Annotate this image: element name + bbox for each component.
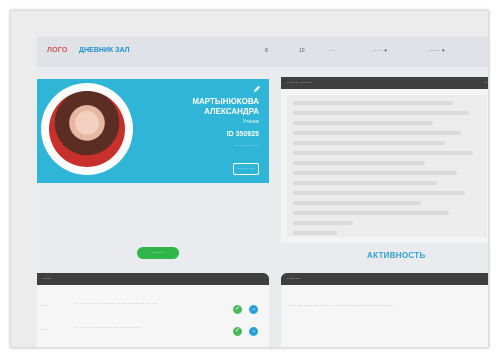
subjects-panel-header: ····· xyxy=(37,273,269,285)
events-panel-body xyxy=(287,95,487,237)
check-icon[interactable]: ✓ xyxy=(233,327,242,336)
screen: ЛОГО ДНЕВНИК ЗАЛ 8 10 ···· ······ ▾ ····… xyxy=(37,37,488,347)
row-label: ····· xyxy=(41,327,49,332)
placeholder-line xyxy=(293,191,465,195)
profile-action-button[interactable]: ······ ··· xyxy=(232,163,259,175)
events-panel-title: ······· ······· xyxy=(287,80,312,86)
logo-text[interactable]: ДНЕВНИК ЗАЛ xyxy=(79,47,130,54)
achievements-panel-header: ········ xyxy=(281,273,488,285)
events-panel-header: ······· ······· ···· xyxy=(281,77,488,89)
placeholder-line xyxy=(293,101,453,105)
nav-item-3[interactable]: ···· xyxy=(329,48,336,54)
placeholder-line xyxy=(293,211,449,215)
placeholder-line xyxy=(293,111,469,115)
green-action-button[interactable]: ······· xyxy=(137,247,179,259)
placeholder-line xyxy=(293,181,437,185)
check-icon[interactable]: ✓ xyxy=(233,305,242,314)
nav-item-2[interactable]: 10 xyxy=(299,48,305,54)
row-label: ····· xyxy=(41,303,49,308)
achievements-panel: ········ ········· ·········· ······ ·· … xyxy=(281,273,488,347)
nav-dropdown-2[interactable]: ······· ▾ xyxy=(429,48,445,54)
logo-accent[interactable]: ЛОГО xyxy=(47,47,67,54)
student-role: Ученик xyxy=(242,119,259,125)
achievements-text: ········· ·········· ······ ·· ······· ·… xyxy=(289,303,394,308)
placeholder-line xyxy=(293,161,425,165)
photo-frame: ЛОГО ДНЕВНИК ЗАЛ 8 10 ···· ······ ▾ ····… xyxy=(10,10,489,348)
arrow-icon[interactable]: → xyxy=(249,327,258,336)
placeholder-line xyxy=(293,221,353,225)
row-text[interactable]: ········ ········· ········ ······· ····… xyxy=(75,301,225,307)
student-subtext: ········ ······ xyxy=(234,143,259,149)
nav-dropdown-1[interactable]: ······ ▾ xyxy=(373,48,387,54)
events-panel-link[interactable]: ···· xyxy=(484,77,488,89)
student-id: ID 350925 xyxy=(226,131,259,138)
student-last-name: МАРТЫНЮКОВА xyxy=(192,97,259,106)
student-first-name: АЛЕКСАНДРА xyxy=(204,107,259,116)
placeholder-line xyxy=(293,231,337,235)
nav-item-1[interactable]: 8 xyxy=(265,48,268,54)
activity-title: АКТИВНОСТЬ xyxy=(367,251,426,260)
placeholder-line xyxy=(293,171,457,175)
placeholder-line xyxy=(293,201,421,205)
avatar xyxy=(41,83,133,175)
placeholder-line xyxy=(293,121,433,125)
placeholder-line xyxy=(293,131,461,135)
avatar-photo xyxy=(49,91,125,167)
profile-card: МАРТЫНЮКОВА АЛЕКСАНДРА Ученик ID 350925 … xyxy=(37,79,269,183)
top-bar: ЛОГО ДНЕВНИК ЗАЛ 8 10 ···· ······ ▾ ····… xyxy=(37,37,488,67)
row-text[interactable]: ········ ······ ········· ········ ·····… xyxy=(75,325,225,331)
placeholder-line xyxy=(293,141,445,145)
arrow-icon[interactable]: → xyxy=(249,305,258,314)
placeholder-line xyxy=(293,151,473,155)
pencil-icon[interactable] xyxy=(253,85,261,93)
subjects-panel: ····· ····· ········ ········· ········ … xyxy=(37,273,269,347)
events-panel: ······· ······· ···· xyxy=(281,77,488,243)
